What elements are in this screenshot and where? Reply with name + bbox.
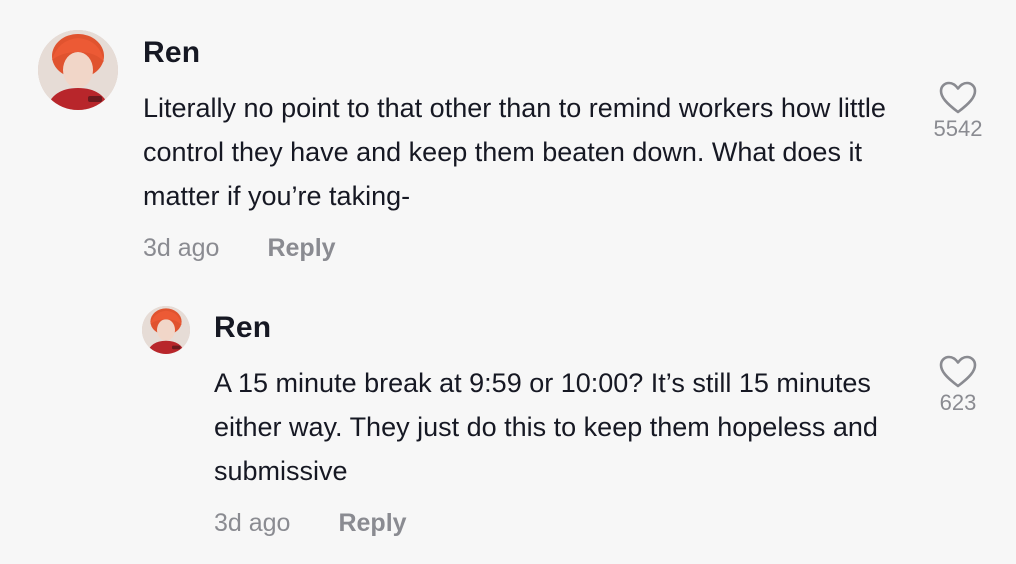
comment-thread: Ren Literally no point to that other tha… <box>0 0 1016 564</box>
comment-timestamp: 3d ago <box>214 509 291 537</box>
like-count: 5542 <box>933 116 983 141</box>
comment-meta: 3d ago Reply <box>214 509 407 538</box>
comment-timestamp: 3d ago <box>143 234 220 262</box>
reply-button[interactable]: Reply <box>267 234 335 263</box>
comment-username[interactable]: Ren <box>214 311 271 345</box>
comment-text: A 15 minute break at 9:59 or 10:00? It’s… <box>214 368 878 486</box>
heart-outline-icon <box>939 81 977 114</box>
comment-text: Literally no point to that other than to… <box>143 93 886 211</box>
comment-username[interactable]: Ren <box>143 36 200 70</box>
avatar-image <box>38 30 118 110</box>
like-button[interactable]: 5542 <box>918 80 998 142</box>
heart-outline-icon <box>939 355 977 388</box>
comment-meta: 3d ago Reply <box>143 234 336 263</box>
like-button[interactable]: 623 <box>918 354 998 416</box>
like-count: 623 <box>939 390 977 415</box>
avatar[interactable] <box>38 30 118 110</box>
avatar-image <box>142 306 190 354</box>
reply-button[interactable]: Reply <box>338 509 406 538</box>
avatar[interactable] <box>142 306 190 354</box>
